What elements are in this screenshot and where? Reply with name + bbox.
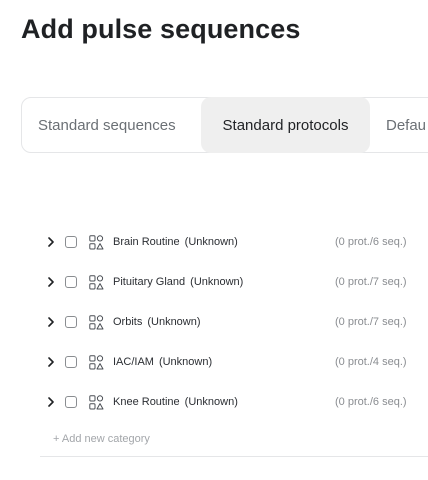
category-status: (Unknown) (184, 396, 238, 408)
shapes-icon (88, 234, 104, 250)
category-list: Brain Routine (Unknown) (0 prot./6 seq.)… (40, 222, 428, 422)
tab-default[interactable]: Defau (370, 97, 426, 153)
category-row-orbits[interactable]: Orbits (Unknown) (0 prot./7 seq.) (40, 302, 428, 342)
category-row-iac-iam[interactable]: IAC/IAM (Unknown) (0 prot./4 seq.) (40, 342, 428, 382)
category-status: (Unknown) (158, 356, 213, 368)
category-counts: (0 prot./6 seq.) (335, 396, 407, 408)
category-counts: (0 prot./6 seq.) (335, 236, 407, 248)
chevron-right-icon[interactable] (45, 236, 57, 248)
add-category-link[interactable]: + Add new category (53, 433, 150, 445)
category-name: Orbits (113, 316, 143, 328)
tab-standard-sequences[interactable]: Standard sequences (22, 97, 201, 153)
category-status: (Unknown) (147, 316, 201, 328)
page-title: Add pulse sequences (21, 14, 301, 44)
tab-standard-protocols[interactable]: Standard protocols (201, 97, 370, 153)
category-checkbox[interactable] (65, 236, 77, 248)
category-status: (Unknown) (184, 236, 238, 248)
category-row-brain-routine[interactable]: Brain Routine (Unknown) (0 prot./6 seq.) (40, 222, 428, 262)
category-name: Knee Routine (113, 396, 180, 408)
add-pulse-sequences-page: Add pulse sequences Standard sequences S… (0, 0, 428, 480)
chevron-right-icon[interactable] (45, 316, 57, 328)
category-checkbox[interactable] (65, 396, 77, 408)
category-checkbox[interactable] (65, 276, 77, 288)
category-name: Brain Routine (113, 236, 180, 248)
category-row-pituitary-gland[interactable]: Pituitary Gland (Unknown) (0 prot./7 seq… (40, 262, 428, 302)
category-counts: (0 prot./7 seq.) (335, 316, 407, 328)
shapes-icon (88, 314, 104, 330)
shapes-icon (88, 354, 104, 370)
chevron-right-icon[interactable] (45, 396, 57, 408)
category-checkbox[interactable] (65, 316, 77, 328)
category-name: IAC/IAM (113, 356, 154, 368)
shapes-icon (88, 274, 104, 290)
category-counts: (0 prot./7 seq.) (335, 276, 407, 288)
category-name: Pituitary Gland (113, 276, 186, 288)
divider (40, 456, 428, 457)
chevron-right-icon[interactable] (45, 276, 57, 288)
tab-bar: Standard sequences Standard protocols De… (21, 97, 428, 153)
category-counts: (0 prot./4 seq.) (335, 356, 407, 368)
category-row-knee-routine[interactable]: Knee Routine (Unknown) (0 prot./6 seq.) (40, 382, 428, 422)
shapes-icon (88, 394, 104, 410)
category-status: (Unknown) (190, 276, 244, 288)
chevron-right-icon[interactable] (45, 356, 57, 368)
category-checkbox[interactable] (65, 356, 77, 368)
